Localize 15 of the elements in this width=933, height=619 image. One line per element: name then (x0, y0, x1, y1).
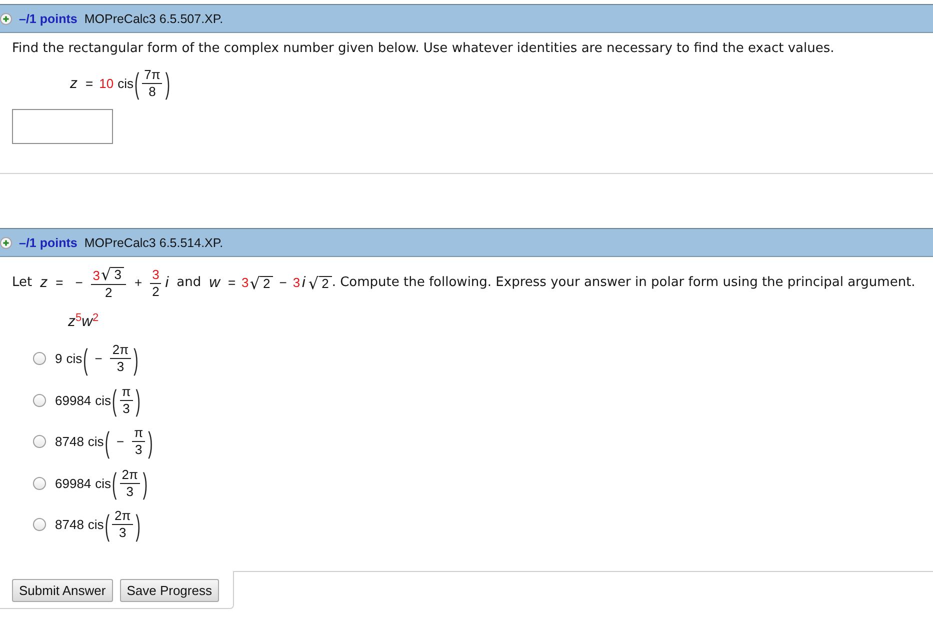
plus-icon[interactable] (0, 236, 12, 248)
plus-icon[interactable] (0, 12, 12, 24)
question-id: MOPreCalc3 6.5.514.XP. (84, 236, 224, 250)
radio-button[interactable] (33, 394, 46, 407)
radio-button[interactable] (33, 352, 46, 366)
question-text: Find the rectangular form of the complex number given below. Use whatever identities are necessary to find the exact values. (12, 41, 836, 57)
submit-button[interactable]: Submit Answer (12, 578, 113, 602)
answer-field[interactable] (12, 109, 113, 144)
radio-button[interactable] (33, 518, 46, 532)
question-id: MOPreCalc3 6.5.507.XP. (84, 12, 224, 26)
points-label: –/1 points (19, 12, 78, 26)
points-label: –/1 points (19, 236, 78, 250)
radio-button[interactable] (33, 435, 46, 448)
save-button[interactable]: Save Progress (120, 578, 219, 602)
radio-button[interactable] (33, 476, 46, 490)
